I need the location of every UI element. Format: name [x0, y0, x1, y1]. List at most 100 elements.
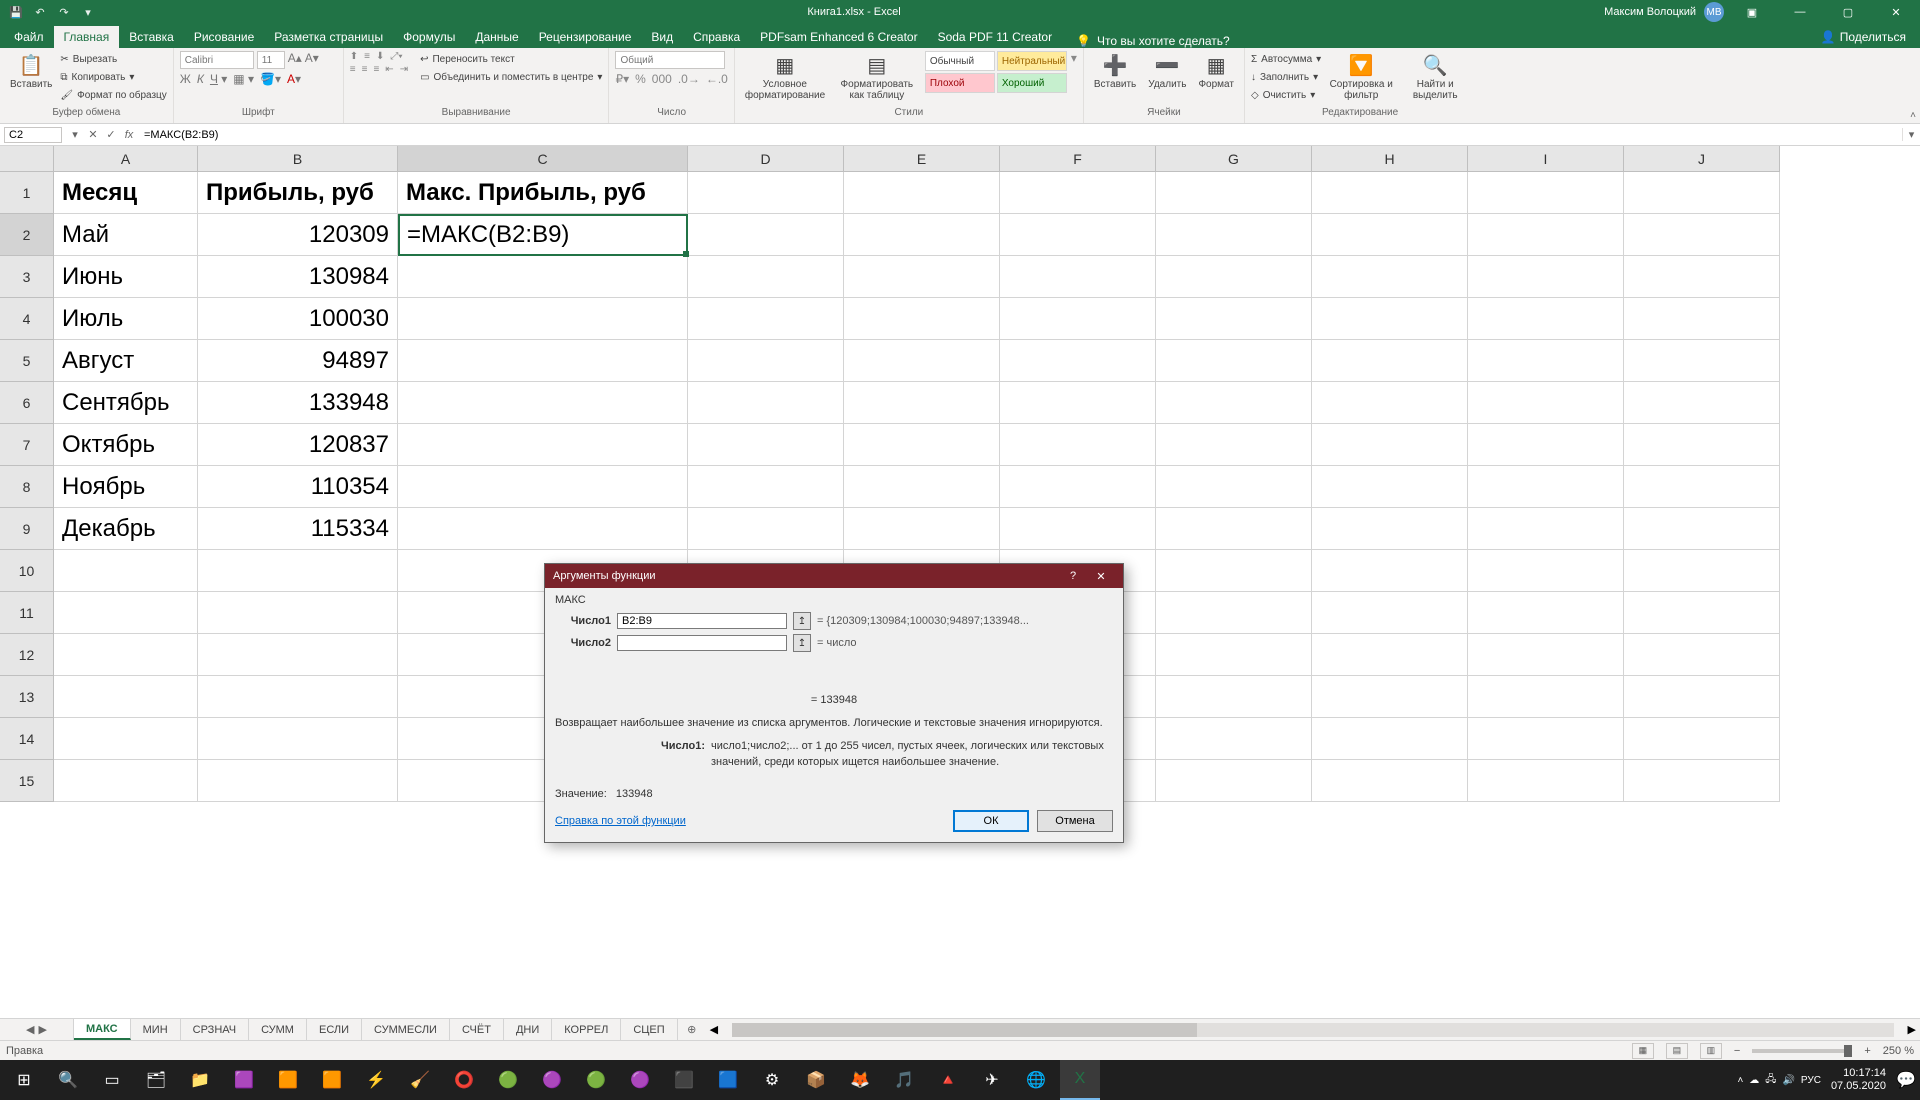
ribbon-tab[interactable]: Рецензирование	[529, 26, 642, 48]
format-cells-button[interactable]: ▦Формат	[1194, 51, 1238, 92]
cell[interactable]	[1156, 214, 1312, 256]
row-header[interactable]: 5	[0, 340, 54, 382]
cell[interactable]: 120309	[198, 214, 398, 256]
telegram-icon[interactable]: ✈	[972, 1060, 1012, 1100]
cell[interactable]	[1156, 466, 1312, 508]
cell[interactable]	[1468, 634, 1624, 676]
cell[interactable]	[844, 424, 1000, 466]
cell[interactable]	[1312, 508, 1468, 550]
cell[interactable]: 120837	[198, 424, 398, 466]
cell[interactable]	[1156, 760, 1312, 802]
comma-icon[interactable]: 000	[652, 72, 672, 86]
row-header[interactable]: 12	[0, 634, 54, 676]
autosum-button[interactable]: ΣАвтосумма▾	[1251, 51, 1321, 67]
app-icon[interactable]: 🟢	[576, 1060, 616, 1100]
row-header[interactable]: 3	[0, 256, 54, 298]
cell[interactable]	[844, 340, 1000, 382]
cell[interactable]	[1468, 382, 1624, 424]
worksheet-area[interactable]: ABCDEFGHIJ1МесяцПрибыль, рубМакс. Прибыл…	[0, 146, 1920, 1018]
cell-style-good[interactable]: Хороший	[997, 73, 1067, 93]
styles-more-icon[interactable]: ▾	[1071, 51, 1077, 65]
cell[interactable]	[198, 760, 398, 802]
cell[interactable]	[844, 508, 1000, 550]
app-icon[interactable]: 🟪	[224, 1060, 264, 1100]
prev-sheet-icon[interactable]: ◀	[26, 1023, 34, 1036]
app-icon[interactable]: ⬛	[664, 1060, 704, 1100]
ribbon-tab[interactable]: PDFsam Enhanced 6 Creator	[750, 26, 927, 48]
align-middle-icon[interactable]: ≡	[364, 51, 370, 62]
cell[interactable]: Прибыль, руб	[198, 172, 398, 214]
dialog-close-icon[interactable]: ✕	[1087, 570, 1115, 583]
cell[interactable]	[398, 340, 688, 382]
name-box-dropdown-icon[interactable]: ▾	[66, 128, 84, 141]
copy-button[interactable]: ⧉Копировать▾	[60, 69, 166, 85]
cell[interactable]	[1000, 508, 1156, 550]
cell[interactable]	[398, 382, 688, 424]
cell-style-normal[interactable]: Обычный	[925, 51, 995, 71]
ribbon-tab[interactable]: Разметка страницы	[264, 26, 393, 48]
cell[interactable]	[54, 718, 198, 760]
column-header[interactable]: G	[1156, 146, 1312, 172]
cell[interactable]	[1624, 676, 1780, 718]
cell[interactable]	[54, 760, 198, 802]
row-header[interactable]: 2	[0, 214, 54, 256]
align-top-icon[interactable]: ⬆	[350, 51, 358, 62]
undo-icon[interactable]: ↶	[32, 4, 48, 20]
ribbon-tab[interactable]: Данные	[465, 26, 528, 48]
cell-style-bad[interactable]: Плохой	[925, 73, 995, 93]
clear-button[interactable]: ◇Очистить▾	[1251, 87, 1321, 103]
cell[interactable]	[1468, 256, 1624, 298]
volume-icon[interactable]: 🔊	[1782, 1075, 1794, 1086]
cell[interactable]	[54, 676, 198, 718]
cell[interactable]	[1468, 424, 1624, 466]
steam-icon[interactable]: ⚙	[752, 1060, 792, 1100]
row-header[interactable]: 1	[0, 172, 54, 214]
paste-button[interactable]: 📋 Вставить	[6, 51, 56, 92]
column-header[interactable]: F	[1000, 146, 1156, 172]
sheet-nav[interactable]: ◀▶	[0, 1019, 74, 1040]
align-bottom-icon[interactable]: ⬇	[376, 51, 384, 62]
cell[interactable]	[1468, 508, 1624, 550]
font-color-icon[interactable]: A▾	[287, 72, 301, 86]
cell[interactable]: 133948	[198, 382, 398, 424]
row-header[interactable]: 14	[0, 718, 54, 760]
cell[interactable]	[844, 382, 1000, 424]
account-area[interactable]: Максим Волоцкий МВ	[1604, 2, 1728, 22]
cell[interactable]	[844, 214, 1000, 256]
cell[interactable]	[1312, 718, 1468, 760]
cell[interactable]	[1624, 214, 1780, 256]
column-header[interactable]: D	[688, 146, 844, 172]
cell[interactable]	[398, 298, 688, 340]
cancel-formula-icon[interactable]: ✕	[84, 128, 102, 141]
cell[interactable]	[1312, 256, 1468, 298]
cell[interactable]	[1624, 256, 1780, 298]
save-icon[interactable]: 💾	[8, 4, 24, 20]
sheet-tab[interactable]: СЦЕП	[621, 1019, 677, 1040]
zoom-out-icon[interactable]: −	[1734, 1045, 1740, 1057]
collapse-ribbon-icon[interactable]: ˄	[1910, 110, 1916, 121]
conditional-formatting-button[interactable]: ▦Условное форматирование	[741, 51, 829, 103]
sheet-tab[interactable]: СЧЁТ	[450, 1019, 504, 1040]
cell[interactable]	[688, 172, 844, 214]
cell[interactable]: 130984	[198, 256, 398, 298]
row-header[interactable]: 13	[0, 676, 54, 718]
ok-button[interactable]: ОК	[953, 810, 1029, 832]
cell[interactable]	[1468, 760, 1624, 802]
cell[interactable]	[1312, 424, 1468, 466]
bold-icon[interactable]: Ж	[180, 72, 191, 86]
taskview-icon[interactable]: ▭	[92, 1060, 132, 1100]
cell[interactable]: Декабрь	[54, 508, 198, 550]
cell[interactable]	[1468, 214, 1624, 256]
merge-center-button[interactable]: ▭Объединить и поместить в центре▾	[420, 69, 602, 85]
cell[interactable]	[1312, 676, 1468, 718]
percent-icon[interactable]: %	[635, 72, 646, 86]
cell[interactable]	[1156, 340, 1312, 382]
font-size-select[interactable]	[257, 51, 285, 69]
fx-icon[interactable]: fx	[120, 129, 138, 141]
row-header[interactable]: 15	[0, 760, 54, 802]
vlc-icon[interactable]: 🔺	[928, 1060, 968, 1100]
maximize-icon[interactable]: ▢	[1824, 0, 1872, 24]
decrease-decimal-icon[interactable]: ←.0	[706, 72, 728, 86]
normal-view-icon[interactable]: ▦	[1632, 1043, 1654, 1059]
cell[interactable]	[844, 256, 1000, 298]
